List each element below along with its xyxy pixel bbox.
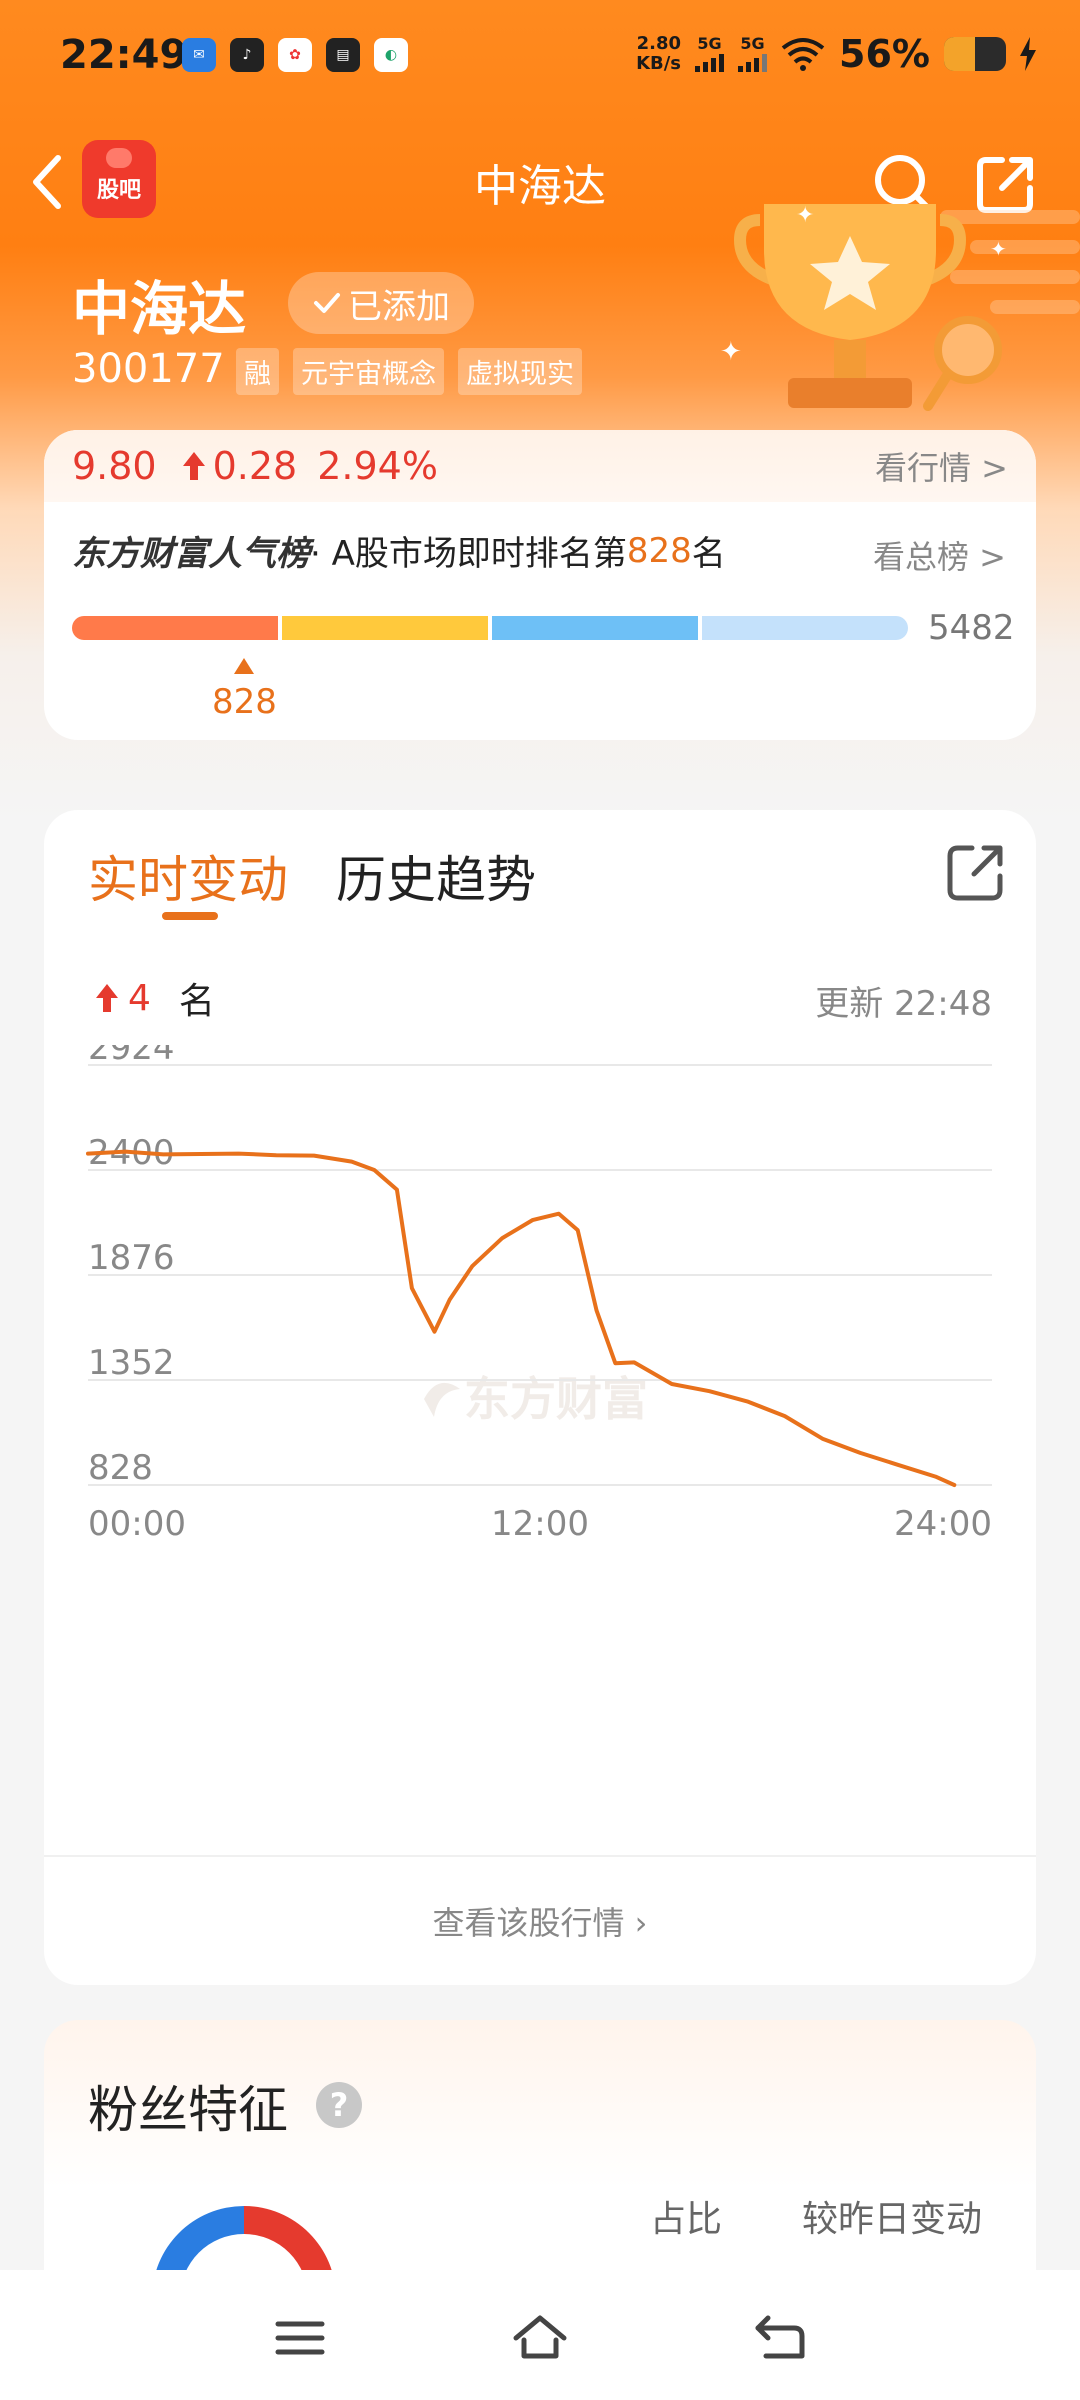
y-tick-label: 828 bbox=[88, 1448, 153, 1488]
view-stock-quote-link[interactable]: 查看该股行情 › bbox=[44, 1898, 1036, 1944]
system-navigation-bar bbox=[0, 2270, 1080, 2400]
rank-marker-icon bbox=[234, 658, 254, 674]
stock-code: 300177 bbox=[72, 346, 225, 392]
price: 9.80 bbox=[72, 444, 157, 488]
tag-metaverse[interactable]: 元宇宙概念 bbox=[293, 348, 444, 395]
x-tick-label: 24:00 bbox=[894, 1504, 992, 1544]
x-tick-label: 00:00 bbox=[88, 1504, 186, 1544]
y-tick-label: 1352 bbox=[88, 1343, 175, 1383]
rank-brand: 东方财富人气榜 bbox=[72, 534, 310, 574]
tab-indicator bbox=[162, 912, 218, 920]
price-row: 9.80 0.28 2.94% 看行情 > bbox=[44, 430, 1036, 502]
tiktok-icon: ♪ bbox=[230, 38, 264, 72]
svg-text:✦: ✦ bbox=[990, 237, 1007, 261]
rank-delta-unit: 名 bbox=[178, 981, 215, 1022]
tab-realtime[interactable]: 实时变动 bbox=[88, 840, 288, 912]
rank-segment bbox=[282, 616, 488, 640]
rank-segment bbox=[702, 616, 908, 640]
series-line bbox=[86, 1149, 957, 1487]
price-change-pct: 2.94% bbox=[317, 444, 438, 488]
network-speed: 2.80 KB/s bbox=[636, 33, 682, 74]
popularity-rank-card: 9.80 0.28 2.94% 看行情 > 东方财富人气榜 · A股市场即时排名… bbox=[44, 430, 1036, 740]
view-total-link[interactable]: 看总榜 > bbox=[873, 532, 1006, 578]
arrow-up-icon bbox=[182, 452, 205, 480]
rank-trend-chart: 东方财富 8281352187624002924 00:00 12:00 24:00 bbox=[86, 1045, 992, 1544]
status-bar: 22:49 ✉ ♪ ✿ ▤ ◐ 2.80 KB/s 5G 5G 56% bbox=[0, 0, 1080, 110]
trend-card: 实时变动 历史趋势 4 名 更新 22:48 东方财富 828 1352 1876 2… bbox=[44, 810, 1036, 1985]
rank-segment bbox=[492, 616, 698, 640]
rank-delta-value: 4 bbox=[128, 977, 151, 1019]
browser-icon: ◐ bbox=[374, 38, 408, 72]
rank-line: 东方财富人气榜 · A股市场即时排名第 828 名 bbox=[72, 526, 726, 575]
signal-icon: 5G bbox=[738, 36, 768, 72]
rank-segment bbox=[72, 616, 278, 640]
added-watchlist-button[interactable]: 已添加 bbox=[288, 272, 474, 334]
view-market-link[interactable]: 看行情 > bbox=[875, 443, 1008, 489]
rank-text-suffix: 名 bbox=[691, 534, 726, 574]
status-time: 22:49 bbox=[60, 32, 188, 78]
open-external-icon[interactable] bbox=[944, 840, 1008, 904]
column-change: 较昨日变动 bbox=[802, 2199, 983, 2240]
rank-total: 5482 bbox=[928, 608, 1015, 648]
signal-icon: 5G bbox=[695, 36, 725, 72]
x-tick-label: 12:00 bbox=[491, 1504, 589, 1544]
y-tick-label: 2924 bbox=[88, 1045, 175, 1068]
wifi-icon bbox=[781, 38, 825, 71]
back-icon[interactable] bbox=[752, 2310, 808, 2366]
arrow-up-icon bbox=[96, 984, 118, 1012]
rank-marker-label: 828 bbox=[212, 682, 277, 722]
message-icon: ✉ bbox=[182, 38, 216, 72]
added-label: 已添加 bbox=[348, 286, 450, 327]
help-icon[interactable]: ? bbox=[316, 2082, 362, 2128]
app-icon: ✿ bbox=[278, 38, 312, 72]
battery-percent: 56% bbox=[839, 32, 930, 76]
tag-vr[interactable]: 虚拟现实 bbox=[458, 348, 582, 395]
stock-name: 中海达 bbox=[72, 275, 247, 343]
divider bbox=[44, 1855, 1036, 1857]
y-tick-label: 1876 bbox=[88, 1238, 175, 1278]
tag-margin: 融 bbox=[236, 348, 279, 395]
rank-text-prefix: · A股市场即时排名第 bbox=[310, 534, 627, 574]
svg-text:✦: ✦ bbox=[720, 337, 742, 367]
rank-progress-bar bbox=[72, 616, 908, 640]
notification-icons: ✉ ♪ ✿ ▤ ◐ bbox=[182, 38, 408, 72]
price-change: 0.28 bbox=[212, 444, 298, 488]
system-icons: 2.80 KB/s 5G 5G 56% bbox=[636, 32, 1036, 76]
battery-icon bbox=[944, 37, 1006, 71]
trophy-icon: ✦ ✦ ✦ bbox=[720, 203, 1080, 411]
svg-text:✦: ✦ bbox=[796, 203, 814, 228]
check-icon bbox=[314, 293, 340, 313]
rank-number: 828 bbox=[626, 530, 692, 571]
charging-icon bbox=[1020, 37, 1036, 71]
menu-icon[interactable] bbox=[272, 2310, 328, 2366]
update-time: 更新 22:48 bbox=[815, 984, 992, 1024]
stock-tags: 融 元宇宙概念 虚拟现实 bbox=[236, 348, 582, 395]
tab-history[interactable]: 历史趋势 bbox=[336, 840, 536, 912]
fans-title: 粉丝特征 bbox=[88, 2081, 288, 2139]
rank-delta: 4 名 bbox=[94, 972, 215, 1024]
news-icon: ▤ bbox=[326, 38, 360, 72]
home-icon[interactable] bbox=[512, 2310, 568, 2366]
column-share: 占比 bbox=[650, 2199, 723, 2240]
